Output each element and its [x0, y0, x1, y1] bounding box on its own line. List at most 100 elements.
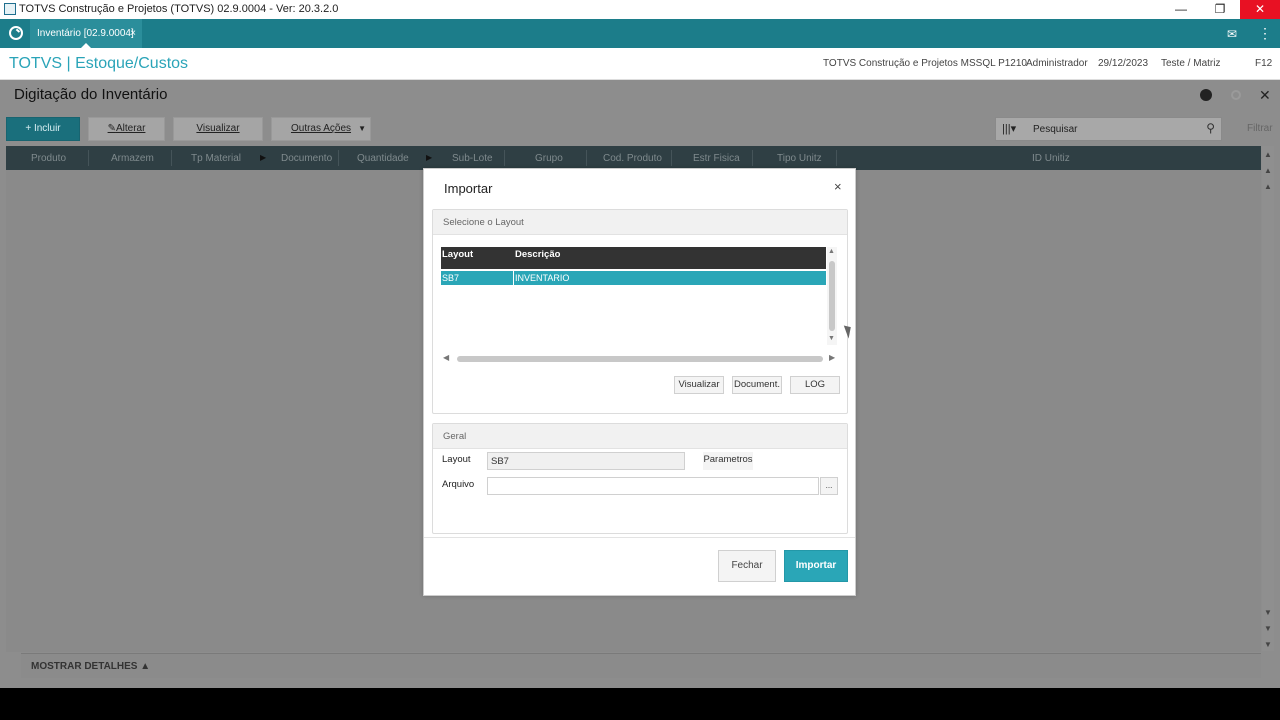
geral-panel: Geral Layout SB7 Parametros Arquivo ...: [432, 423, 848, 534]
col-id-unitiz[interactable]: ID Unitiz: [1032, 153, 1070, 164]
scroll-up-icon[interactable]: ▲: [1264, 166, 1272, 175]
date-info[interactable]: 29/12/2023: [1098, 58, 1148, 69]
scroll-right-icon[interactable]: ▶: [829, 353, 835, 362]
browse-file-button[interactable]: ...: [820, 477, 838, 495]
row-descricao-cell: INVENTARIO: [515, 273, 570, 283]
col-tp-material[interactable]: Tp Material: [191, 153, 241, 164]
search-icon[interactable]: ⚲: [1206, 121, 1215, 135]
col-produto[interactable]: Produto: [31, 153, 66, 164]
user-info[interactable]: Administrador: [1026, 58, 1088, 69]
page-title: Digitação do Inventário: [14, 86, 168, 103]
search-placeholder: Pesquisar: [1033, 124, 1078, 135]
details-toggle[interactable]: MOSTRAR DETALHES ▲: [21, 653, 1261, 678]
scroll-up-icon[interactable]: ▲: [1264, 182, 1272, 191]
document-button[interactable]: Document.: [732, 376, 782, 394]
alterar-button[interactable]: ✎Alterar: [88, 117, 165, 141]
col-layout[interactable]: Layout: [442, 249, 473, 260]
layout-panel: Selecione o Layout Layout Descrição SB7 …: [432, 209, 848, 414]
columns-icon[interactable]: |||▾: [1002, 122, 1016, 135]
scroll-thumb[interactable]: [829, 261, 835, 331]
branch-info[interactable]: Teste / Matriz: [1161, 58, 1220, 69]
alterar-label: Alterar: [115, 123, 146, 134]
scroll-down-icon[interactable]: ▼: [1264, 640, 1272, 649]
tab-label: Inventário [02.9.0004]: [37, 28, 134, 39]
importar-button[interactable]: Importar: [784, 550, 848, 582]
tab-bar: Inventário [02.9.0004] × ✉ ⋮: [0, 19, 1280, 48]
scroll-down-icon[interactable]: ▼: [1264, 624, 1272, 633]
row-layout-cell: SB7: [442, 273, 460, 283]
col-documento[interactable]: Documento: [281, 153, 332, 164]
close-window-button[interactable]: ✕: [1240, 0, 1280, 19]
minimize-button[interactable]: —: [1161, 0, 1201, 19]
layout-grid-header: Layout Descrição: [441, 247, 826, 269]
scroll-up-icon[interactable]: ▲: [1264, 150, 1272, 159]
parametros-button[interactable]: Parametros: [703, 452, 753, 470]
chevron-down-icon: ▼: [358, 124, 366, 133]
scroll-left-icon[interactable]: ◀: [443, 353, 449, 362]
log-button[interactable]: LOG: [790, 376, 840, 394]
col-sub-lote[interactable]: Sub-Lote: [452, 153, 493, 164]
scroll-thumb[interactable]: [457, 356, 823, 362]
layout-visualizar-button[interactable]: Visualizar: [674, 376, 724, 394]
col-quantidade[interactable]: Quantidade: [357, 153, 409, 164]
layout-panel-title: Selecione o Layout: [433, 210, 847, 235]
footer-divider: [424, 537, 855, 538]
col-expand-icon[interactable]: ▶: [260, 153, 266, 162]
layout-row-selected[interactable]: SB7 INVENTARIO: [441, 271, 826, 285]
fechar-button[interactable]: Fechar: [718, 550, 776, 582]
kebab-menu-icon[interactable]: ⋮: [1258, 25, 1272, 42]
col-cod-produto[interactable]: Cod. Produto: [603, 153, 662, 164]
shortcut-info[interactable]: F12: [1255, 58, 1272, 69]
col-divider: [671, 150, 672, 166]
col-divider: [88, 150, 89, 166]
col-divider: [171, 150, 172, 166]
col-armazem[interactable]: Armazem: [111, 153, 154, 164]
outras-acoes-label: Outras Ações: [290, 123, 352, 134]
arquivo-field-label: Arquivo: [442, 479, 475, 490]
module-brand: TOTVS | Estoque/Custos: [9, 55, 189, 72]
scroll-down-icon[interactable]: ▼: [828, 335, 835, 342]
grid-vertical-scrollbar[interactable]: ▲ ▲ ▲ ▼ ▼ ▼: [1262, 146, 1274, 651]
col-divider: [752, 150, 753, 166]
tab-close-icon[interactable]: ×: [130, 19, 136, 48]
layout-grid: Layout Descrição SB7 INVENTARIO: [441, 247, 826, 287]
status-dot-icon: [1200, 89, 1212, 101]
col-grupo[interactable]: Grupo: [535, 153, 563, 164]
details-label: MOSTRAR DETALHES ▲: [31, 661, 151, 672]
company-info[interactable]: TOTVS Construção e Projetos MSSQL P1210: [823, 58, 1027, 69]
geral-panel-title: Geral: [433, 424, 847, 449]
col-divider: [338, 150, 339, 166]
totvs-logo-icon[interactable]: [9, 26, 23, 40]
layout-grid-horizontal-scrollbar[interactable]: ◀ ▶: [441, 353, 837, 363]
col-divider: [836, 150, 837, 166]
screen-bottom-area: [0, 688, 1280, 720]
dialog-title: Importar: [444, 181, 493, 196]
layout-grid-vertical-scrollbar[interactable]: ▲ ▼: [827, 247, 837, 345]
app-window: TOTVS Construção e Projetos (TOTVS) 02.9…: [0, 0, 1280, 688]
incluir-button[interactable]: + Incluir: [6, 117, 80, 141]
arquivo-field[interactable]: [487, 477, 819, 495]
col-expand-icon[interactable]: ▶: [426, 153, 432, 162]
dialog-close-icon[interactable]: ×: [834, 179, 842, 194]
mail-icon[interactable]: ✉: [1227, 27, 1237, 41]
page-close-icon[interactable]: ✕: [1259, 87, 1271, 104]
gear-icon[interactable]: [1231, 90, 1241, 100]
restore-button[interactable]: ❐: [1200, 0, 1240, 19]
tab-inventario[interactable]: Inventário [02.9.0004] ×: [30, 19, 142, 48]
col-descricao[interactable]: Descrição: [515, 249, 560, 260]
search-input[interactable]: |||▾ Pesquisar ⚲: [995, 117, 1222, 141]
outras-acoes-button[interactable]: Outras Ações ▼: [271, 117, 371, 141]
scroll-up-icon[interactable]: ▲: [828, 248, 835, 255]
pencil-icon: ✎: [107, 123, 116, 134]
col-tipo-unitz[interactable]: Tipo Unitz: [777, 153, 822, 164]
layout-field[interactable]: SB7: [487, 452, 685, 470]
layout-field-label: Layout: [442, 454, 471, 465]
visualizar-button[interactable]: Visualizar: [173, 117, 263, 141]
grid-header: Produto Armazem Tp Material ▶ Documento …: [6, 146, 1261, 170]
app-header: TOTVS | Estoque/Custos TOTVS Construção …: [0, 48, 1280, 80]
col-estr-fisica[interactable]: Estr Fisica: [693, 153, 740, 164]
filtrar-link[interactable]: Filtrar: [1247, 123, 1273, 134]
scroll-down-icon[interactable]: ▼: [1264, 608, 1272, 617]
col-divider: [504, 150, 505, 166]
cell-divider: [513, 271, 514, 285]
